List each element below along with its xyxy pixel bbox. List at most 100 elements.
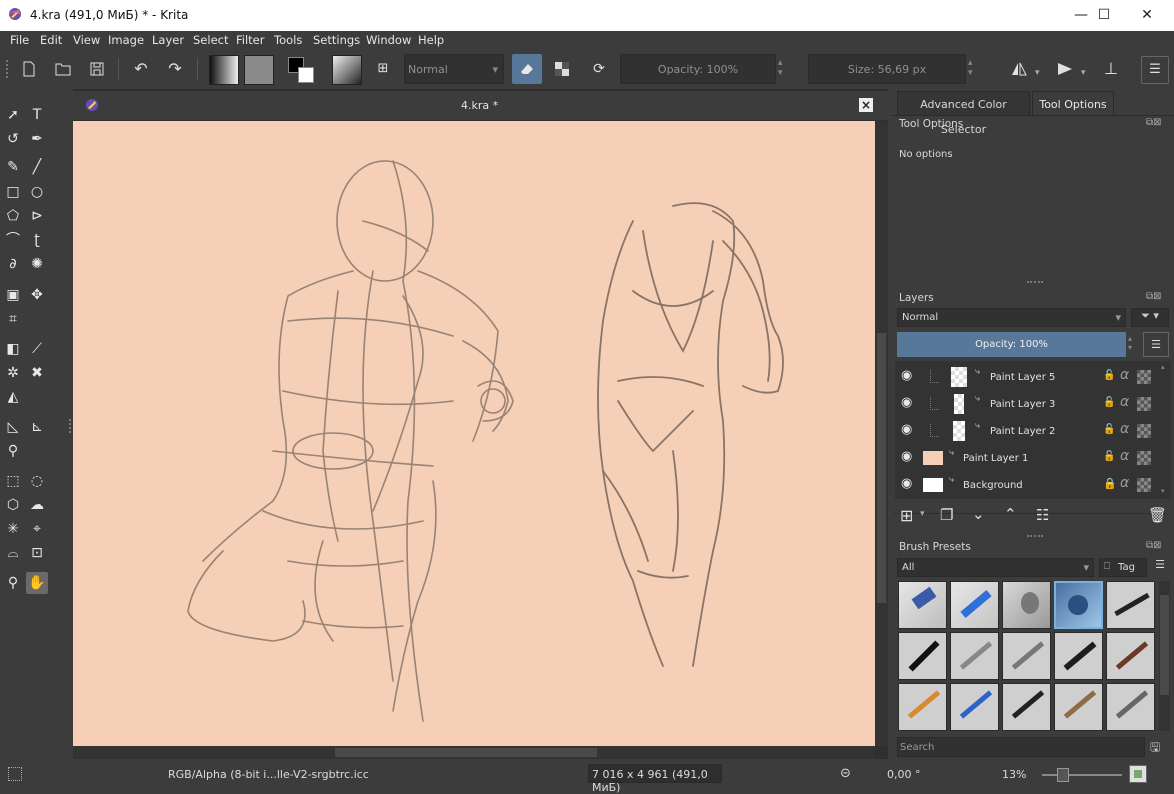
freehand-path-icon[interactable]: ʈ [26, 229, 48, 251]
calligraphy-icon[interactable]: ✒ [26, 128, 48, 150]
layer-properties-icon[interactable]: ☰ [1143, 332, 1169, 357]
image-size-box[interactable]: 7 016 x 4 961 (491,0 МиБ) [588, 764, 722, 794]
line-tool-icon[interactable]: ╱ [26, 156, 48, 178]
brush-preset-blue-marker[interactable] [950, 581, 999, 629]
zoom-level[interactable]: 13% [1002, 768, 1026, 781]
chevron-down-icon[interactable]: ▾ [920, 509, 925, 519]
fill-tool-icon[interactable]: ◭ [2, 386, 24, 408]
freehand-selection-icon[interactable]: ☁ [26, 494, 48, 516]
measure-tool-icon[interactable]: ⊾ [26, 416, 48, 438]
zoom-slider-handle[interactable] [1057, 768, 1069, 782]
layer-row-paint-layer-5[interactable]: ◉ ⤷ Paint Layer 5 🔓 α [897, 364, 1156, 390]
preserve-alpha-icon[interactable] [548, 54, 576, 84]
brush-preset-eraser[interactable] [898, 581, 947, 629]
menu-file[interactable]: File [10, 33, 29, 47]
select-shapes-icon[interactable]: ➚ [2, 104, 24, 126]
polyline-tool-icon[interactable]: ⊳ [26, 205, 48, 227]
horizontal-scroll-thumb[interactable] [335, 748, 597, 757]
layer-opacity-spin-icon[interactable]: ▴ ▾ [1128, 334, 1132, 352]
inherit-alpha-icon[interactable] [1137, 478, 1151, 492]
float-close-icon[interactable]: ⧉⊠ [1146, 291, 1162, 302]
eye-visible-icon[interactable]: ◉ [901, 449, 912, 464]
brush-preset-blue-pencil[interactable] [950, 683, 999, 731]
color-picker-icon[interactable]: ⟋ [26, 338, 48, 360]
close-document-button[interactable]: × [859, 98, 873, 112]
layer-settings-icon[interactable]: ☷ [1036, 506, 1049, 524]
move-tool-icon[interactable]: ✥ [26, 284, 48, 306]
rectangle-tool-icon[interactable]: □ [2, 181, 24, 203]
alpha-lock-icon[interactable]: α [1120, 367, 1129, 383]
brush-view-menu-icon[interactable]: ☰ [1151, 558, 1169, 577]
undo-icon[interactable]: ↶ [127, 54, 155, 84]
menu-window[interactable]: Window [366, 33, 411, 47]
save-icon[interactable] [83, 54, 111, 84]
ellipse-tool-icon[interactable]: ○ [26, 181, 48, 203]
layer-blend-mode-select[interactable]: Normal ▾ [897, 308, 1126, 327]
alpha-lock-icon[interactable]: α [1120, 421, 1129, 437]
brush-preset-pencil-grey[interactable] [950, 632, 999, 680]
lock-open-icon[interactable]: 🔓 [1103, 424, 1115, 435]
lock-open-icon[interactable]: 🔓 [1103, 451, 1115, 462]
edit-shapes-icon[interactable]: ↺ [2, 128, 24, 150]
layer-row-paint-layer-2[interactable]: ◉ ⤷ Paint Layer 2 🔓 α [897, 418, 1156, 444]
new-document-icon[interactable] [15, 54, 43, 84]
brush-preset-marker-black[interactable] [1054, 632, 1103, 680]
canvas-only-icon[interactable] [1129, 765, 1147, 783]
zoom-slider-track[interactable] [1042, 774, 1122, 776]
menu-image[interactable]: Image [108, 33, 144, 47]
brush-preset-pencil-soft[interactable] [1002, 632, 1051, 680]
freehand-brush-icon[interactable]: ✎ [2, 156, 24, 178]
vertical-scroll-thumb[interactable] [877, 333, 886, 603]
alpha-lock-icon[interactable]: α [1120, 475, 1129, 491]
foreground-background-color-icon[interactable] [286, 55, 316, 83]
magnetic-selection-icon[interactable]: ⊡ [26, 542, 48, 564]
redo-icon[interactable]: ↷ [161, 54, 189, 84]
eye-visible-icon[interactable]: ◉ [901, 368, 912, 383]
menu-edit[interactable]: Edit [40, 33, 62, 47]
menu-view[interactable]: View [73, 33, 100, 47]
toolbar-grip[interactable] [6, 60, 11, 78]
float-close-icon[interactable]: ⧉⊠ [1146, 540, 1162, 551]
tab-advanced-color-selector[interactable]: Advanced Color Selector [897, 91, 1030, 136]
bezier-tool-icon[interactable]: ⌒ [2, 229, 24, 251]
brush-preset-black-pencil[interactable] [1002, 683, 1051, 731]
drawing-canvas[interactable] [73, 121, 875, 746]
brush-preset-icon[interactable] [332, 55, 362, 85]
menu-help[interactable]: Help [418, 33, 444, 47]
size-spin-icon[interactable]: ▴ ▾ [968, 58, 973, 78]
reload-preset-icon[interactable]: ⟳ [585, 54, 613, 84]
rectangular-selection-icon[interactable]: ⬚ [2, 470, 24, 492]
polygon-tool-icon[interactable]: ⬠ [2, 205, 24, 227]
colorize-mask-icon[interactable]: ✲ [2, 362, 24, 384]
eye-visible-icon[interactable]: ◉ [901, 395, 912, 410]
multibrush-icon[interactable]: ✺ [26, 253, 48, 275]
chevron-down-icon[interactable]: ▾ [1035, 68, 1040, 78]
gradient-preset-icon[interactable] [209, 55, 239, 85]
brush-grid-scrollbar[interactable] [1159, 581, 1170, 731]
duplicate-layer-icon[interactable]: ❐ [940, 506, 953, 524]
workspace-icon[interactable]: ⊞ [369, 54, 397, 84]
brush-scroll-thumb[interactable] [1160, 595, 1169, 695]
layer-row-paint-layer-1[interactable]: ◉ ⤷ Paint Layer 1 🔓 α [897, 445, 1156, 471]
selection-display-icon[interactable] [8, 767, 22, 781]
maximize-button[interactable]: ☐ [1081, 0, 1127, 31]
brush-tag-button[interactable]: ⎕ Tag [1099, 558, 1147, 577]
size-slider[interactable]: Size: 56,69 px [808, 54, 966, 84]
similar-color-selection-icon[interactable]: ⌖ [26, 518, 48, 540]
tab-tool-options[interactable]: Tool Options [1032, 91, 1114, 116]
brush-tag-filter-select[interactable]: All ▾ [897, 558, 1094, 577]
menu-layer[interactable]: Layer [152, 33, 184, 47]
scroll-up-icon[interactable]: ▴ [1161, 363, 1165, 371]
add-layer-icon[interactable]: ⊞ [900, 506, 913, 525]
canvas-vertical-scrollbar[interactable] [875, 121, 888, 746]
mirror-horizontal-icon[interactable] [1005, 54, 1033, 84]
float-close-icon[interactable]: ⧉⊠ [1146, 117, 1162, 128]
docker-menu-icon[interactable]: ☰ [1141, 56, 1169, 84]
opacity-slider[interactable]: Opacity: 100% [620, 54, 776, 84]
contiguous-selection-icon[interactable]: ✳ [2, 518, 24, 540]
opacity-spin-icon[interactable]: ▴ ▾ [778, 58, 783, 78]
inherit-alpha-icon[interactable] [1137, 451, 1151, 465]
elliptical-selection-icon[interactable]: ◌ [26, 470, 48, 492]
document-tab-title[interactable]: 4.kra * [461, 99, 498, 112]
brush-preset-grey-pen[interactable] [1106, 683, 1155, 731]
